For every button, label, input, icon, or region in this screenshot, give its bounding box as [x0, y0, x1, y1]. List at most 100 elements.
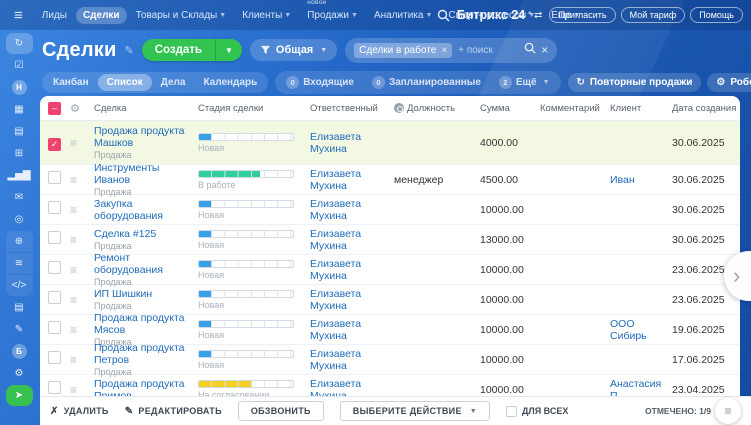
deal-link[interactable]: Сделка #125 [94, 228, 188, 240]
responsible-link[interactable]: Елизавета Мухина [310, 198, 394, 222]
row-checkbox[interactable] [48, 170, 61, 184]
pen-icon[interactable]: ✎ [6, 319, 33, 340]
cart-icon[interactable]: ⊞ [6, 143, 33, 164]
team-icon[interactable]: ≋ [5, 253, 33, 274]
clear-search-icon[interactable]: × [541, 43, 548, 57]
column-header-sum[interactable]: Сумма [480, 103, 540, 114]
column-header-stage[interactable]: Стадия сделки [198, 103, 310, 114]
deal-link[interactable]: Продажа продукта Мясов [94, 312, 188, 336]
nav-item-Продажи[interactable]: Продажи ▼ новое [300, 0, 365, 24]
column-header-client[interactable]: Клиент [610, 103, 672, 114]
deal-link[interactable]: Ремонт оборудования [94, 252, 188, 276]
filter-search-bar[interactable]: Сделки в работе × + поиск × [345, 37, 558, 63]
delete-button[interactable]: ✗ Удалить [50, 406, 109, 417]
responsible-link[interactable]: Елизавета Мухина [310, 318, 394, 342]
robots-button[interactable]: ⚙ Роботы [707, 73, 751, 92]
for-all-checkbox[interactable]: Для всех [505, 405, 568, 417]
create-button[interactable]: Создать ▼ [141, 39, 242, 61]
responsible-link[interactable]: Елизавета Мухина [310, 378, 394, 398]
row-checkbox[interactable] [48, 320, 61, 334]
nav-item-Товары и Склады[interactable]: Товары и Склады ▼ [129, 7, 234, 24]
globe-icon[interactable]: ⊕ [5, 231, 33, 252]
row-checkbox[interactable]: ✓ [48, 137, 61, 151]
row-checkbox[interactable] [48, 200, 61, 214]
drag-handle-icon[interactable]: ≡ [70, 233, 77, 247]
grid-menu-button[interactable]: ≡ [715, 398, 741, 424]
tab-Календарь[interactable]: Календарь [194, 74, 266, 91]
deal-link[interactable]: Инструменты Иванов [94, 162, 188, 186]
drag-handle-icon[interactable]: ≡ [70, 263, 77, 277]
nav-item-Клиенты[interactable]: Клиенты ▼ [235, 7, 298, 24]
counter-tab-Запланированные[interactable]: 0 Запланированные [363, 73, 490, 92]
deal-link[interactable]: Продажа продукта Петров [94, 342, 188, 366]
responsible-link[interactable]: Елизавета Мухина [310, 258, 394, 282]
row-checkbox[interactable] [48, 260, 61, 274]
remove-filter-icon[interactable]: × [441, 45, 447, 56]
code-icon[interactable]: </> [5, 275, 33, 296]
chart-icon[interactable]: ▂▅▇ [6, 165, 33, 186]
row-checkbox[interactable] [48, 290, 61, 304]
counter-tab-Ещё[interactable]: 2 Ещё ▼ [490, 73, 559, 92]
briefcase-icon[interactable]: ▤ [6, 121, 33, 142]
search-input[interactable]: + поиск [458, 45, 518, 56]
drag-handle-icon[interactable]: ≡ [70, 203, 77, 217]
column-header-responsible[interactable]: Ответственный [310, 103, 394, 114]
nav-item-Лиды[interactable]: Лиды [35, 7, 74, 24]
create-button-label[interactable]: Создать [142, 39, 215, 61]
row-checkbox[interactable] [48, 380, 61, 394]
chat-icon[interactable]: ✉ [6, 187, 33, 208]
tab-Дела[interactable]: Дела [152, 74, 195, 91]
drag-handle-icon[interactable]: ≡ [70, 136, 77, 150]
nav-item-Аналитика[interactable]: Аналитика ▼ [367, 7, 439, 24]
tab-Список[interactable]: Список [97, 74, 152, 91]
call-button[interactable]: Обзвонить [237, 401, 324, 421]
client-link[interactable]: Анастасия П [610, 378, 672, 398]
deal-link[interactable]: ИП Шишкин [94, 288, 188, 300]
topbar-button-Мой тариф[interactable]: Мой тариф [620, 7, 686, 23]
drag-handle-icon[interactable]: ≡ [70, 323, 77, 337]
tasks-icon[interactable]: ☑ [6, 55, 33, 76]
edit-button[interactable]: ✎ Редактировать [125, 406, 222, 417]
nav-item-Еще[interactable]: Еще ▼ [544, 7, 587, 24]
client-link[interactable]: ООО Сибирь [610, 318, 672, 342]
switch-portal-icon[interactable]: ⇄ [534, 10, 542, 21]
filter-preset-chip[interactable]: Сделки в работе × [354, 42, 453, 58]
deal-link[interactable]: Закупка оборудования [94, 198, 188, 222]
row-checkbox[interactable] [48, 350, 61, 364]
rocket-icon[interactable]: ➤ [5, 385, 33, 406]
target-icon[interactable]: ◎ [6, 209, 33, 230]
row-checkbox[interactable] [48, 230, 61, 244]
select-all-checkbox[interactable]: – [48, 101, 61, 115]
document-icon[interactable]: ▤ [6, 297, 33, 318]
deal-link[interactable]: Продажа продукта Примов [94, 378, 188, 398]
choose-action-dropdown[interactable]: Выберите действие ▼ [339, 401, 490, 421]
avatar-h[interactable]: H [6, 77, 33, 98]
hamburger-menu-icon[interactable]: ≡ [8, 8, 29, 23]
drag-handle-icon[interactable]: ≡ [70, 173, 77, 187]
filter-search-icon[interactable] [524, 41, 536, 59]
for-all-checkbox-box[interactable] [505, 405, 517, 417]
column-header-created[interactable]: Дата создания▼ [672, 103, 740, 114]
responsible-link[interactable]: Елизавета Мухина [310, 228, 394, 252]
client-link[interactable]: Иван [610, 174, 672, 186]
kanban-icon[interactable]: ▦ [6, 99, 33, 120]
crm-icon[interactable]: ↻ [5, 33, 33, 54]
nav-item-Сделки[interactable]: Сделки [75, 6, 127, 24]
responsible-link[interactable]: Елизавета Мухина [310, 348, 394, 372]
edit-title-icon[interactable]: ✎ [124, 44, 133, 57]
drag-handle-icon[interactable]: ≡ [70, 353, 77, 367]
column-header-comment[interactable]: Комментарий [540, 103, 610, 114]
drag-handle-icon[interactable]: ≡ [70, 383, 77, 397]
repeat-sales-button[interactable]: ↻ Повторные продажи [567, 73, 702, 92]
responsible-link[interactable]: Елизавета Мухина [310, 131, 394, 155]
drag-handle-icon[interactable]: ≡ [70, 293, 77, 307]
responsible-link[interactable]: Елизавета Мухина [310, 288, 394, 312]
counter-tab-Входящие[interactable]: 0 Входящие [277, 73, 363, 92]
funnel-selector[interactable]: Общая ▼ [249, 39, 338, 61]
tab-Канбан[interactable]: Канбан [44, 74, 98, 91]
grid-settings-gear-icon[interactable]: ⚙ [70, 103, 80, 115]
column-header-deal[interactable]: Сделка [94, 103, 198, 114]
responsible-link[interactable]: Елизавета Мухина [310, 168, 394, 192]
avatar-b[interactable]: Б [6, 341, 33, 362]
deal-link[interactable]: Продажа продукта Машков [94, 125, 188, 149]
